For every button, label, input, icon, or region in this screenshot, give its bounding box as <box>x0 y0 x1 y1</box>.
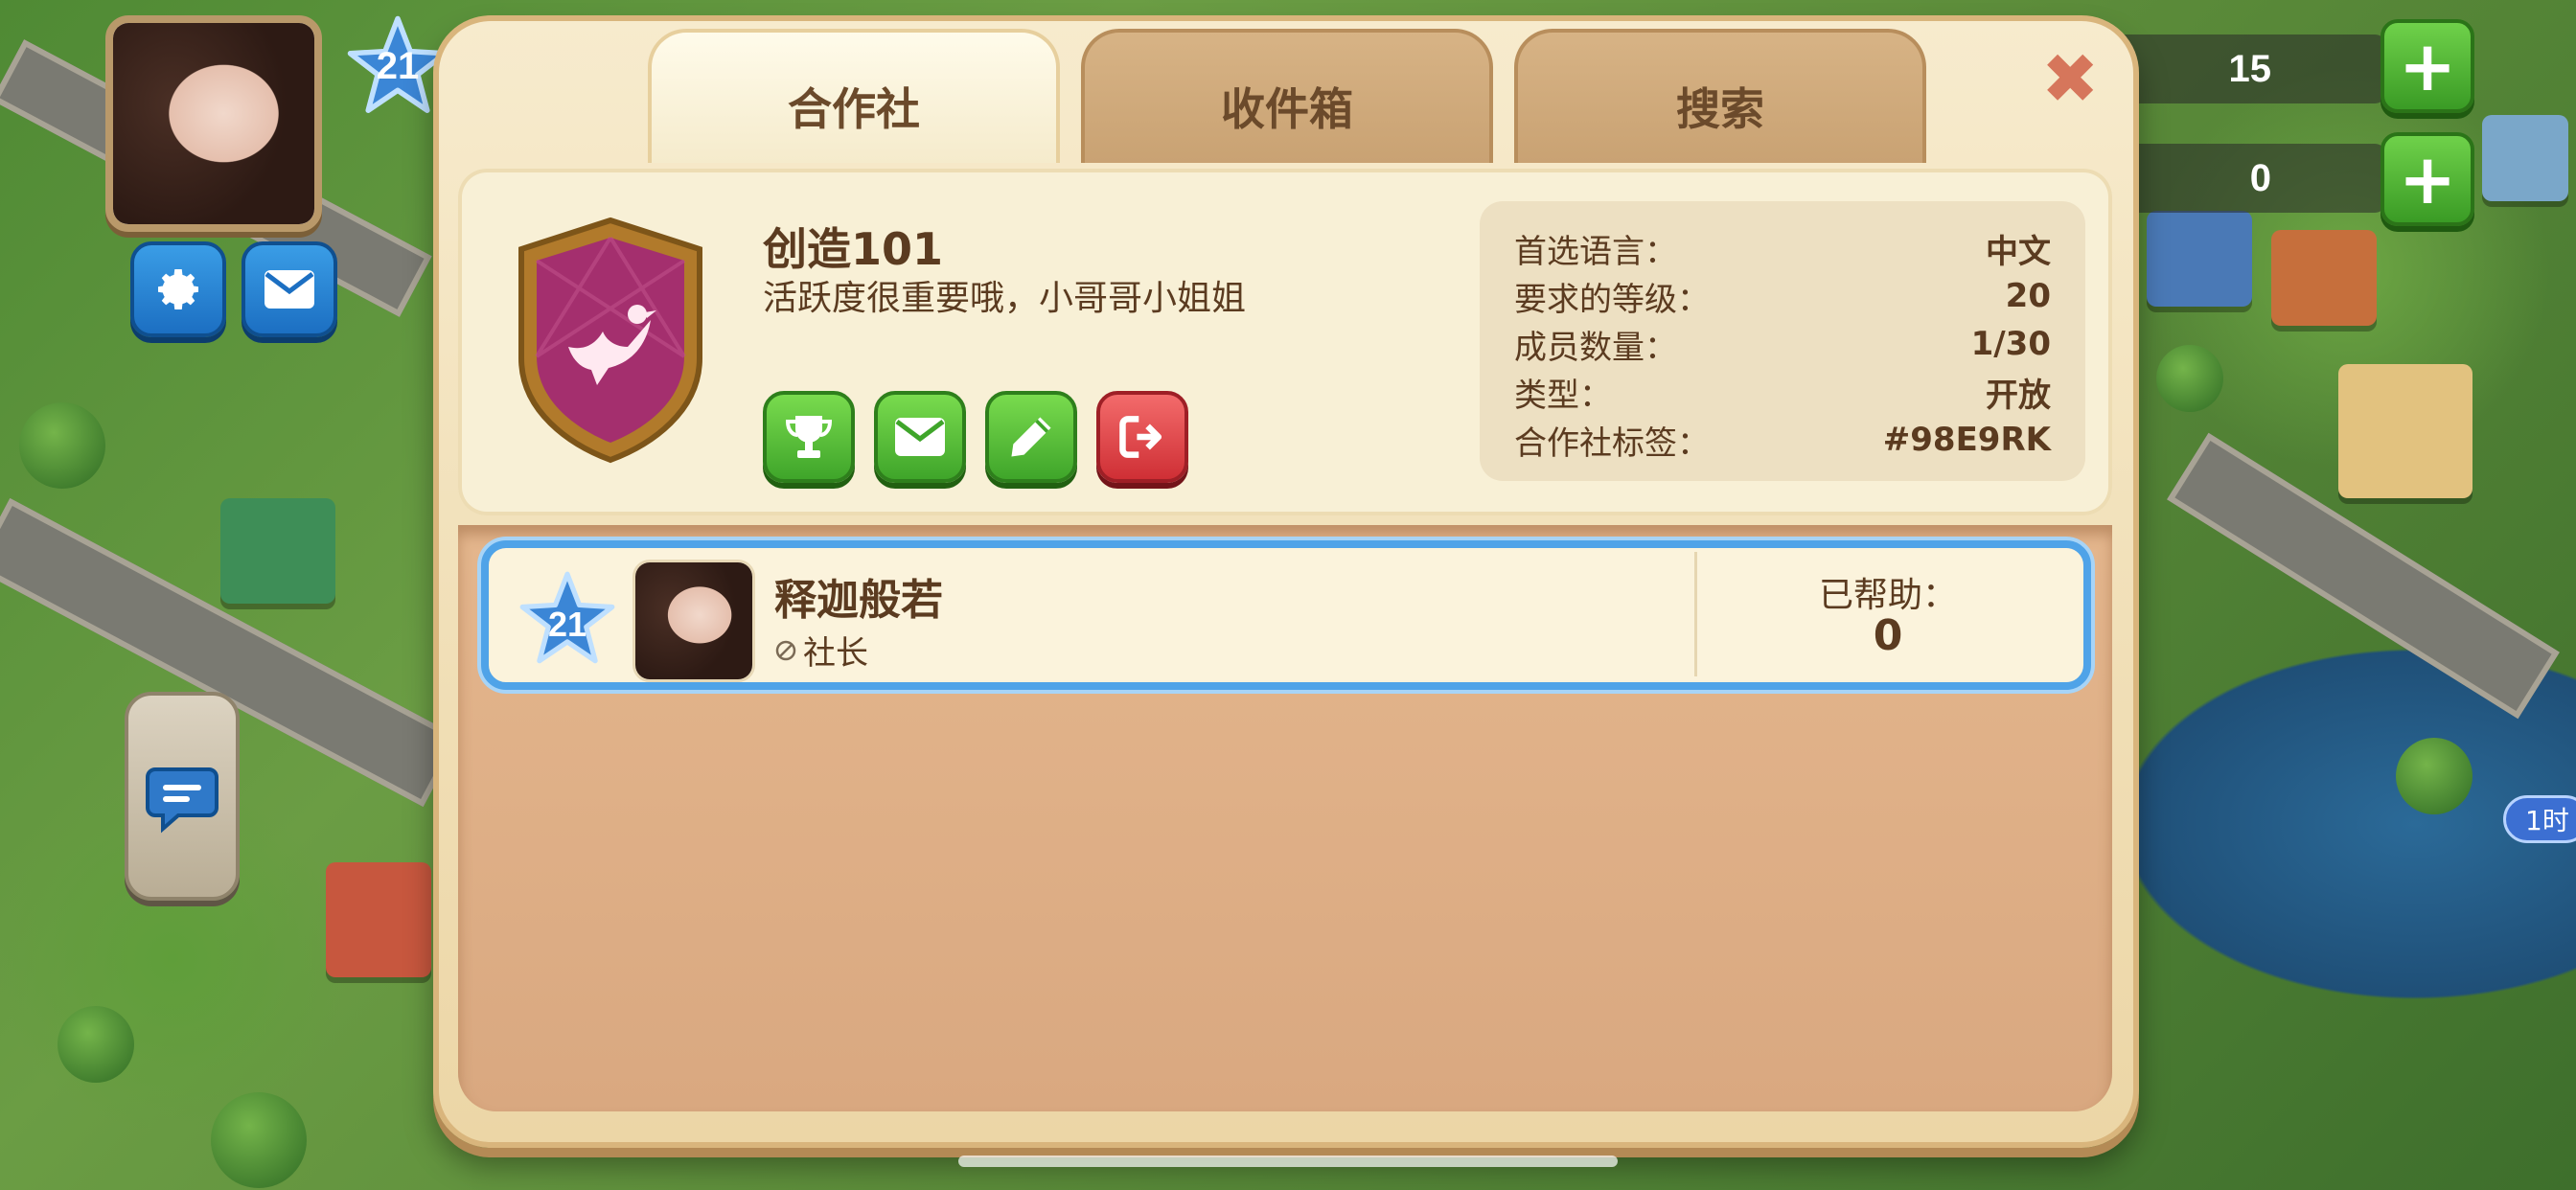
leave-club-button[interactable] <box>1096 391 1188 483</box>
trophy-button[interactable] <box>763 391 855 483</box>
add-currency-button[interactable]: + <box>2380 19 2474 113</box>
tree <box>2396 738 2472 814</box>
meta-label: 类型： <box>1514 376 1612 415</box>
player-portrait <box>113 23 314 224</box>
club-info-panel: 创造101 活跃度很重要哦，小哥哥小姐姐 首选语言： 中文 要求的等级： 20 … <box>458 169 2112 515</box>
tab-club[interactable]: 合作社 <box>648 29 1060 163</box>
meta-row-type: 类型： 开放 <box>1514 368 2051 416</box>
building <box>220 498 335 604</box>
gear-icon <box>158 269 198 309</box>
chat-button[interactable] <box>125 692 240 901</box>
divider <box>1694 552 1697 676</box>
tab-search-label: 搜索 <box>1676 83 1764 135</box>
edit-club-button[interactable] <box>985 391 1077 483</box>
member-name: 释迦般若 <box>774 576 943 625</box>
close-icon: ✖ <box>2041 38 2100 119</box>
club-name: 创造101 <box>763 223 944 275</box>
pencil-icon <box>1011 417 1051 457</box>
club-badge <box>508 215 713 464</box>
member-level: 21 <box>547 605 587 644</box>
club-description: 活跃度很重要哦，小哥哥小姐姐 <box>763 279 1247 318</box>
meta-row-members: 成员数量： 1/30 <box>1514 320 2051 368</box>
meta-row-language: 首选语言： 中文 <box>1514 224 2051 272</box>
members-list: 21 释迦般若 社长 已帮助： 0 <box>458 525 2112 1111</box>
building <box>2147 211 2252 307</box>
chat-bubble-icon <box>146 767 218 834</box>
helped-value: 0 <box>1873 611 1903 660</box>
close-button[interactable]: ✖ <box>2041 44 2099 113</box>
building <box>326 862 431 977</box>
member-level-star: 21 <box>518 569 617 669</box>
meta-label: 首选语言： <box>1514 232 1677 271</box>
plus-icon: + <box>2398 26 2457 106</box>
meta-row-required-level: 要求的等级： 20 <box>1514 272 2051 320</box>
tree <box>58 1006 134 1083</box>
building <box>2338 364 2472 498</box>
exit-icon <box>1119 416 1162 458</box>
meta-row-club-tag: 合作社标签： #98E9RK <box>1514 416 2051 464</box>
club-meta-box: 首选语言： 中文 要求的等级： 20 成员数量： 1/30 类型： 开放 合作社… <box>1480 201 2085 481</box>
meta-label: 合作社标签： <box>1514 423 1710 463</box>
mailbox-button[interactable] <box>242 241 337 337</box>
tab-inbox-label: 收件箱 <box>1221 83 1353 135</box>
tree <box>2156 345 2223 412</box>
role-icon <box>775 640 796 660</box>
member-avatar[interactable] <box>632 560 755 682</box>
meta-label: 要求的等级： <box>1514 280 1710 319</box>
meta-value: 1/30 <box>1970 325 2051 363</box>
meta-value: 开放 <box>1986 376 2051 415</box>
member-role: 社长 <box>774 627 868 674</box>
envelope-icon <box>264 270 314 309</box>
settings-button[interactable] <box>130 241 226 337</box>
mail-icon <box>895 418 945 456</box>
tree <box>211 1092 307 1188</box>
dove-icon <box>568 305 656 385</box>
tab-search[interactable]: 搜索 <box>1514 29 1926 163</box>
trophy-icon <box>785 416 833 458</box>
add-resource-button[interactable]: + <box>2380 132 2474 226</box>
building <box>2271 230 2377 326</box>
meta-value: 20 <box>2005 277 2051 315</box>
club-mail-button[interactable] <box>874 391 966 483</box>
home-indicator <box>958 1156 1618 1167</box>
member-row[interactable]: 21 释迦般若 社长 已帮助： 0 <box>481 540 2091 690</box>
tree <box>19 402 105 489</box>
meta-value: #98E9RK <box>1882 421 2051 459</box>
building <box>2482 115 2568 201</box>
tab-inbox[interactable]: 收件箱 <box>1081 29 1493 163</box>
tab-club-label: 合作社 <box>788 83 920 135</box>
member-portrait <box>635 562 752 679</box>
meta-value: 中文 <box>1986 232 2051 271</box>
helped-label: 已帮助： <box>1818 576 1957 615</box>
side-timer[interactable]: 1时 <box>2503 795 2576 843</box>
player-avatar[interactable] <box>105 15 322 232</box>
meta-label: 成员数量： <box>1514 328 1677 367</box>
member-role-label: 社长 <box>803 634 868 673</box>
player-level: 21 <box>376 44 420 87</box>
plus-icon: + <box>2398 139 2457 219</box>
